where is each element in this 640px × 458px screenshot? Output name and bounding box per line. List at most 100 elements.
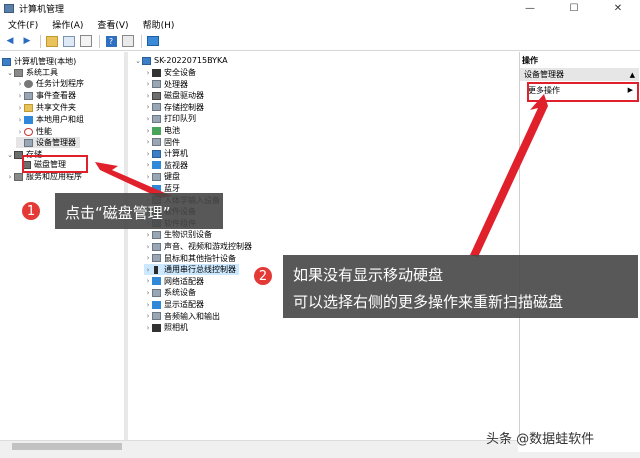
- status-bar: [0, 452, 640, 458]
- expand-icon[interactable]: ›: [144, 92, 152, 100]
- device-tree-root[interactable]: ⌄ SK-20220715BYKA: [134, 55, 228, 66]
- device-category-icon: [152, 149, 161, 158]
- expand-icon[interactable]: ›: [144, 231, 152, 239]
- tree-root[interactable]: 计算机管理(本地): [2, 56, 76, 67]
- device-category-item[interactable]: › 声音、视频和游戏控制器: [144, 241, 252, 252]
- monitor-icon[interactable]: [147, 35, 159, 47]
- expand-icon[interactable]: ›: [16, 128, 24, 136]
- expand-icon[interactable]: ›: [144, 266, 152, 274]
- menu-action[interactable]: 操作(A): [52, 18, 83, 31]
- expand-icon[interactable]: ›: [144, 277, 152, 285]
- device-category-icon: [152, 114, 161, 123]
- actions-pane: 操作 设备管理器 ▲ 更多操作 ▶: [519, 52, 640, 440]
- device-category-item[interactable]: › 处理器: [144, 79, 188, 90]
- step-badge-2: 2: [252, 265, 274, 287]
- device-category-item[interactable]: › 照相机: [144, 322, 188, 333]
- tree-item-event-viewer[interactable]: › 事件查看器: [16, 90, 76, 101]
- device-category-icon: [152, 288, 161, 297]
- device-category-item[interactable]: › 显示适配器: [144, 299, 204, 310]
- tree-label: 事件查看器: [36, 91, 76, 100]
- expand-icon[interactable]: ›: [144, 115, 152, 123]
- folder-up-icon[interactable]: [46, 35, 58, 47]
- tree-label: 任务计划程序: [36, 79, 84, 88]
- expand-icon[interactable]: ›: [144, 80, 152, 88]
- device-category-label: 通用串行总线控制器: [164, 265, 236, 275]
- tree-item-local-users[interactable]: › 本地用户和组: [16, 114, 84, 125]
- close-button[interactable]: ✕: [596, 0, 640, 17]
- expand-icon[interactable]: ›: [144, 69, 152, 77]
- device-category-item[interactable]: › 电池: [144, 125, 180, 136]
- title-bar: 计算机管理 — ☐ ✕: [0, 0, 640, 17]
- show-hide-tree-icon[interactable]: [63, 35, 75, 47]
- expand-icon[interactable]: ›: [144, 312, 152, 320]
- actions-title: 操作: [522, 56, 538, 65]
- device-category-item[interactable]: › 网络适配器: [144, 276, 204, 287]
- expand-icon[interactable]: ›: [144, 289, 152, 297]
- computer-icon: [142, 56, 151, 65]
- highlight-disk-management: [22, 155, 88, 173]
- tree-label: 本地用户和组: [36, 115, 84, 124]
- expand-icon[interactable]: ›: [144, 185, 152, 193]
- menu-file[interactable]: 文件(F): [8, 18, 38, 31]
- computer-management-icon: [4, 4, 14, 13]
- expand-icon[interactable]: ›: [144, 254, 152, 262]
- forward-arrow-icon[interactable]: ▶: [21, 35, 33, 47]
- expand-icon[interactable]: ›: [16, 104, 24, 112]
- properties-icon[interactable]: [80, 35, 92, 47]
- expand-icon[interactable]: ›: [16, 80, 24, 88]
- menu-view[interactable]: 查看(V): [97, 18, 128, 31]
- tree-item-performance[interactable]: › 性能: [16, 126, 52, 137]
- computer-icon: [2, 57, 11, 66]
- device-category-icon: [152, 300, 161, 309]
- collapse-up-icon[interactable]: ▲: [630, 71, 635, 79]
- expand-icon[interactable]: ›: [16, 116, 24, 124]
- device-category-item[interactable]: › 鼠标和其他指针设备: [144, 253, 236, 264]
- expand-icon[interactable]: ›: [144, 138, 152, 146]
- device-category-item[interactable]: › 生物识别设备: [144, 229, 212, 240]
- device-category-label: 系统设备: [164, 288, 196, 298]
- expand-icon[interactable]: ›: [144, 127, 152, 135]
- device-category-label: 打印队列: [164, 114, 196, 124]
- minimize-button[interactable]: —: [508, 0, 552, 17]
- collapse-icon[interactable]: ⌄: [134, 57, 142, 65]
- scrollbar-thumb[interactable]: [12, 443, 122, 450]
- device-category-icon: [152, 138, 161, 147]
- device-category-item[interactable]: › 通用串行总线控制器: [144, 264, 239, 276]
- expand-icon[interactable]: ›: [16, 92, 24, 100]
- expand-icon[interactable]: ›: [144, 324, 152, 332]
- device-category-item[interactable]: › 固件: [144, 137, 180, 148]
- device-category-item[interactable]: › 打印队列: [144, 113, 196, 124]
- device-tree: ⌄ SK-20220715BYKA › 安全设备 › 处理器 › 磁盘驱动器 › 存储控制器 ›…: [128, 52, 518, 440]
- device-category-label: 监视器: [164, 160, 188, 170]
- device-category-item[interactable]: › 键盘: [144, 171, 180, 182]
- expand-icon[interactable]: ›: [6, 173, 14, 181]
- expand-icon[interactable]: ›: [144, 150, 152, 158]
- expand-icon[interactable]: ›: [144, 103, 152, 111]
- device-category-label: 音频输入和输出: [164, 311, 220, 321]
- device-category-label: 存储控制器: [164, 102, 204, 112]
- collapse-icon[interactable]: ⌄: [6, 69, 14, 77]
- back-arrow-icon[interactable]: ◀: [4, 35, 16, 47]
- tree-item-shared-folders[interactable]: › 共享文件夹: [16, 102, 76, 113]
- tree-item-system-tools[interactable]: ⌄ 系统工具: [6, 67, 58, 78]
- services-icon: [14, 172, 23, 181]
- tree-item-task-scheduler[interactable]: › 任务计划程序: [16, 78, 84, 89]
- expand-icon[interactable]: ›: [144, 243, 152, 251]
- device-category-item[interactable]: › 安全设备: [144, 67, 196, 78]
- expand-icon[interactable]: ›: [144, 161, 152, 169]
- collapse-icon[interactable]: ⌄: [6, 151, 14, 159]
- action-icon[interactable]: [122, 35, 134, 47]
- device-category-item[interactable]: › 存储控制器: [144, 102, 204, 113]
- device-category-item[interactable]: › 音频输入和输出: [144, 311, 220, 322]
- device-category-item[interactable]: › 计算机: [144, 148, 188, 159]
- maximize-button[interactable]: ☐: [552, 0, 596, 17]
- actions-section-header[interactable]: 设备管理器 ▲: [520, 68, 639, 81]
- device-category-item[interactable]: › 磁盘驱动器: [144, 90, 204, 101]
- help-icon[interactable]: ?: [105, 35, 117, 47]
- menu-help[interactable]: 帮助(H): [143, 18, 175, 31]
- device-category-item[interactable]: › 系统设备: [144, 287, 196, 298]
- tree-item-device-manager[interactable]: 设备管理器: [16, 137, 80, 148]
- expand-icon[interactable]: ›: [144, 173, 152, 181]
- expand-icon[interactable]: ›: [144, 301, 152, 309]
- device-category-item[interactable]: › 监视器: [144, 160, 188, 171]
